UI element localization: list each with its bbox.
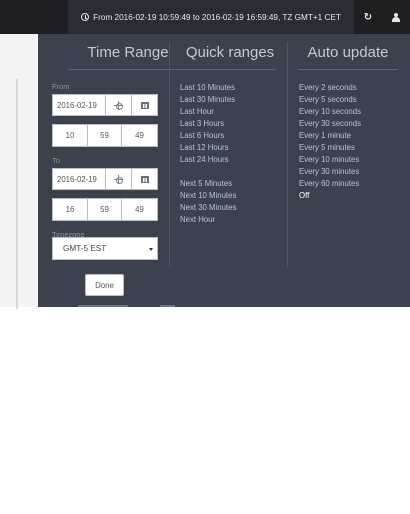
to-date-group: 2016-02-19 [52,168,158,190]
navbar-left-area [0,0,68,34]
to-date-input[interactable]: 2016-02-19 [52,168,106,190]
auto-update-item[interactable]: Every 60 minutes [299,178,359,190]
to-label: To [52,156,60,165]
quick-range-item[interactable]: Next 5 Minutes [180,178,232,190]
quick-range-item[interactable]: Last 3 Hours [180,118,224,130]
to-second-input[interactable]: 49 [122,198,158,221]
panel-footer-line [78,305,128,307]
auto-update-item[interactable]: Every 10 seconds [299,106,361,118]
to-now-button[interactable] [106,168,132,190]
from-minute-input[interactable]: 59 [88,124,122,147]
to-hour-input[interactable]: 16 [52,198,88,221]
quick-range-item[interactable]: Next 10 Minutes [180,190,236,202]
time-range-title: Time Range [87,44,169,61]
auto-update-title: Auto update [307,44,389,61]
time-range-title-rule [68,69,188,70]
from-now-button[interactable] [106,94,132,116]
from-hour-input[interactable]: 10 [52,124,88,147]
crosshair-icon [114,174,123,184]
time-range-text: From 2016-02-19 10:59:49 to 2016-02-19 1… [93,12,341,22]
quick-ranges-title-rule [184,69,276,70]
caret-down-icon [149,248,153,251]
refresh-button[interactable]: ↻ [354,0,382,34]
column-separator [169,42,170,267]
time-range-button[interactable]: From 2016-02-19 10:59:49 to 2016-02-19 1… [68,0,354,34]
auto-update-item[interactable]: Every 5 minutes [299,142,355,154]
from-second-input[interactable]: 49 [122,124,158,147]
page-left-bar [16,79,18,309]
column-separator [287,42,288,267]
auto-update-item[interactable]: Every 5 seconds [299,94,357,106]
from-date-group: 2016-02-19 [52,94,158,116]
from-calendar-button[interactable] [132,94,158,116]
from-date-input[interactable]: 2016-02-19 [52,94,106,116]
auto-update-title-rule [298,69,398,70]
page-left-strip [0,34,38,309]
auto-update-item[interactable]: Every 30 minutes [299,166,359,178]
from-label: From [52,82,70,91]
calendar-icon [140,175,149,183]
done-button[interactable]: Done [85,274,124,296]
to-calendar-button[interactable] [132,168,158,190]
quick-ranges-title: Quick ranges [185,44,275,61]
auto-update-item[interactable]: Every 1 minute [299,130,351,142]
quick-range-item[interactable]: Last 6 Hours [180,130,224,142]
from-time-group: 10 59 49 [52,124,158,147]
calendar-icon [140,101,149,109]
quick-range-item[interactable]: Next Hour [180,214,215,226]
panel-footer-line [160,305,175,307]
time-picker-panel: Time Range Quick ranges Auto update From… [38,34,410,307]
auto-update-item-off[interactable]: Off [299,190,309,202]
quick-range-item[interactable]: Last 10 Minutes [180,82,235,94]
timezone-value: GMT-5 EST [63,244,107,253]
top-navbar: From 2016-02-19 10:59:49 to 2016-02-19 1… [0,0,410,34]
quick-range-item[interactable]: Last 24 Hours [180,154,229,166]
quick-range-item[interactable]: Last 30 Minutes [180,94,235,106]
auto-update-item[interactable]: Every 2 seconds [299,82,357,94]
auto-update-item[interactable]: Every 10 minutes [299,154,359,166]
user-icon [392,12,400,22]
user-button[interactable] [382,0,410,34]
clock-icon [81,13,90,21]
timezone-select[interactable]: GMT-5 EST [52,237,158,260]
to-time-group: 16 59 49 [52,198,158,221]
to-minute-input[interactable]: 59 [88,198,122,221]
crosshair-icon [114,100,123,110]
quick-range-item[interactable]: Last 12 Hours [180,142,229,154]
quick-range-item[interactable]: Next 30 Minutes [180,202,236,214]
refresh-icon: ↻ [363,11,373,23]
quick-range-item[interactable]: Last Hour [180,106,214,118]
auto-update-item[interactable]: Every 30 seconds [299,118,361,130]
